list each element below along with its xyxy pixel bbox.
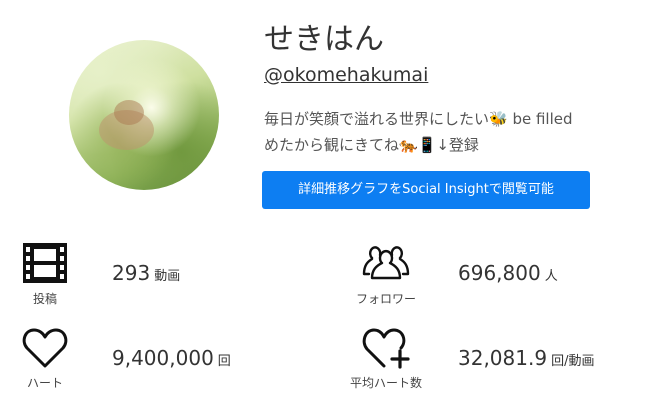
stat-avg-hearts-unit: 回/動画 — [551, 354, 595, 369]
bio-line-2: めたから観にきてね🐅📱↓登録 — [264, 136, 479, 154]
stat-followers-unit: 人 — [544, 269, 558, 284]
stat-avg-hearts-number: 32,081.9 — [458, 346, 548, 370]
film-icon — [23, 243, 67, 283]
heart-plus-icon — [362, 328, 410, 369]
profile-name: せきはん — [264, 22, 384, 57]
stat-hearts-label: ハート — [26, 376, 63, 390]
stat-hearts-number: 9,400,000 — [112, 346, 214, 370]
bio-line-1: 毎日が笑顔で溢れる世界にしたい🐝 be filled — [264, 110, 573, 128]
heart-icon — [22, 328, 68, 368]
stat-avg-hearts-value: 32,081.9 回/動画 — [458, 346, 594, 370]
stat-followers-value: 696,800 人 — [458, 261, 558, 285]
avatar-subject-head — [114, 100, 144, 125]
stat-posts-value: 293 動画 — [112, 261, 180, 285]
profile-handle-link[interactable]: @okomehakumai — [264, 64, 428, 86]
stat-avg-hearts-label: 平均ハート数 — [349, 376, 422, 390]
social-insight-button[interactable]: 詳細推移グラフをSocial Insightで閲覧可能 — [262, 171, 590, 209]
stat-hearts-value: 9,400,000 回 — [112, 346, 231, 370]
stat-followers-label: フォロワー — [355, 292, 416, 306]
stat-posts-label: 投稿 — [32, 292, 57, 306]
profile-bio: 毎日が笑顔で溢れる世界にしたい🐝 be filled めたから観にきてね🐅📱↓登… — [264, 106, 654, 158]
avatar — [69, 40, 219, 190]
stat-posts-unit: 動画 — [154, 269, 181, 284]
stat-followers-number: 696,800 — [458, 261, 541, 285]
stat-hearts-unit: 回 — [217, 354, 231, 369]
users-icon — [362, 246, 410, 280]
stat-posts-number: 293 — [112, 261, 151, 285]
